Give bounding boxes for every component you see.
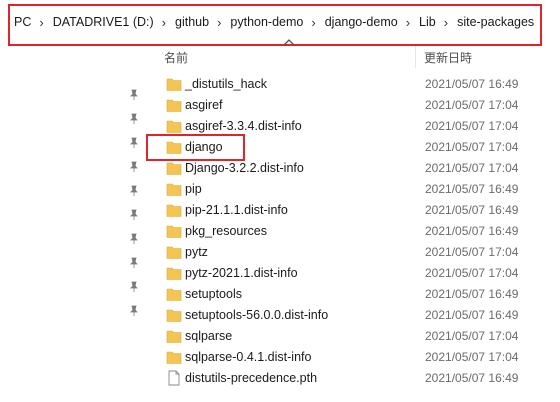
column-header-name[interactable]: 名前 (164, 49, 188, 66)
file-name: pip-21.1.1.dist-info (185, 203, 288, 217)
pin-icon[interactable] (128, 257, 140, 269)
folder-icon (166, 78, 182, 91)
list-item[interactable]: sqlparse 2021/05/07 17:04 (160, 326, 560, 347)
file-name: distutils-precedence.pth (185, 371, 318, 385)
file-date: 2021/05/07 16:49 (425, 287, 519, 301)
column-header: 名前 更新日時 (150, 46, 560, 68)
list-item[interactable]: _distutils_hack 2021/05/07 16:49 (160, 74, 560, 95)
pin-icon[interactable] (128, 89, 140, 101)
list-item[interactable]: pkg_resources 2021/05/07 16:49 (160, 221, 560, 242)
pin-icon[interactable] (128, 233, 140, 245)
list-item[interactable]: sqlparse-0.4.1.dist-info 2021/05/07 17:0… (160, 347, 560, 368)
folder-icon (166, 141, 182, 154)
list-item[interactable]: setuptools-56.0.0.dist-info 2021/05/07 1… (160, 305, 560, 326)
pin-icon[interactable] (128, 137, 140, 149)
breadcrumb-item-python-demo[interactable]: python-demo (228, 15, 305, 29)
folder-icon (166, 225, 182, 238)
folder-icon (166, 120, 182, 133)
list-item[interactable]: asgiref-3.3.4.dist-info 2021/05/07 17:04 (160, 116, 560, 137)
file-name: django (185, 140, 223, 154)
file-date: 2021/05/07 17:04 (425, 350, 519, 364)
pin-icon[interactable] (128, 281, 140, 293)
list-item[interactable]: Django-3.2.2.dist-info 2021/05/07 17:04 (160, 158, 560, 179)
file-name: pytz (185, 245, 208, 259)
folder-icon (166, 267, 182, 280)
list-item[interactable]: django 2021/05/07 17:04 (160, 137, 560, 158)
file-date: 2021/05/07 17:04 (425, 140, 519, 154)
chevron-right-icon[interactable]: › (211, 15, 228, 30)
file-date: 2021/05/07 17:04 (425, 266, 519, 280)
file-name: sqlparse-0.4.1.dist-info (185, 350, 312, 364)
chevron-right-icon[interactable]: › (156, 15, 173, 30)
file-name: Django-3.2.2.dist-info (185, 161, 304, 175)
list-item[interactable]: pytz-2021.1.dist-info 2021/05/07 17:04 (160, 263, 560, 284)
folder-icon (166, 309, 182, 322)
file-name: asgiref (185, 98, 223, 112)
pin-icon[interactable] (128, 305, 140, 317)
file-date: 2021/05/07 17:04 (425, 245, 519, 259)
file-date: 2021/05/07 16:49 (425, 308, 519, 322)
folder-icon (166, 162, 182, 175)
file-name: sqlparse (185, 329, 233, 343)
file-date: 2021/05/07 17:04 (425, 161, 519, 175)
pin-icon[interactable] (128, 185, 140, 197)
breadcrumb-item-site-packages[interactable]: site-packages (455, 15, 536, 29)
chevron-right-icon[interactable]: › (438, 15, 455, 30)
file-date: 2021/05/07 16:49 (425, 371, 519, 385)
address-bar[interactable]: PC › DATADRIVE1 (D:) › github › python-d… (0, 0, 560, 42)
folder-icon (166, 183, 182, 196)
file-date: 2021/05/07 16:49 (425, 77, 519, 91)
breadcrumb: PC › DATADRIVE1 (D:) › github › python-d… (12, 10, 536, 34)
list-item[interactable]: asgiref 2021/05/07 17:04 (160, 95, 560, 116)
breadcrumb-item-pc[interactable]: PC (12, 15, 33, 29)
folder-icon (166, 246, 182, 259)
chevron-right-icon[interactable]: › (305, 15, 322, 30)
breadcrumb-item-github[interactable]: github (173, 15, 211, 29)
file-name: asgiref-3.3.4.dist-info (185, 119, 302, 133)
file-name: _distutils_hack (185, 77, 267, 91)
chevron-up-icon[interactable] (283, 38, 295, 46)
breadcrumb-item-drive[interactable]: DATADRIVE1 (D:) (51, 15, 156, 29)
pin-icon[interactable] (128, 113, 140, 125)
column-divider[interactable] (415, 46, 416, 68)
file-icon (168, 370, 180, 386)
file-name: setuptools (185, 287, 242, 301)
column-header-date[interactable]: 更新日時 (424, 49, 472, 66)
folder-icon (166, 204, 182, 217)
list-item[interactable]: pytz 2021/05/07 17:04 (160, 242, 560, 263)
list-item[interactable]: pip 2021/05/07 16:49 (160, 179, 560, 200)
folder-icon (166, 288, 182, 301)
file-name: pip (185, 182, 202, 196)
folder-icon (166, 351, 182, 364)
file-name: setuptools-56.0.0.dist-info (185, 308, 329, 322)
file-name: pytz-2021.1.dist-info (185, 266, 298, 280)
file-date: 2021/05/07 16:49 (425, 224, 519, 238)
breadcrumb-item-django-demo[interactable]: django-demo (323, 15, 400, 29)
file-date: 2021/05/07 16:49 (425, 203, 519, 217)
folder-icon (166, 99, 182, 112)
file-date: 2021/05/07 17:04 (425, 329, 519, 343)
file-name: pkg_resources (185, 224, 267, 238)
chevron-right-icon[interactable]: › (33, 15, 50, 30)
folder-icon (166, 330, 182, 343)
list-item[interactable]: pip-21.1.1.dist-info 2021/05/07 16:49 (160, 200, 560, 221)
chevron-right-icon[interactable]: › (400, 15, 417, 30)
breadcrumb-item-lib[interactable]: Lib (417, 15, 438, 29)
list-item[interactable]: distutils-precedence.pth 2021/05/07 16:4… (160, 368, 560, 389)
pin-icon[interactable] (128, 161, 140, 173)
pin-icon[interactable] (128, 209, 140, 221)
list-item[interactable]: setuptools 2021/05/07 16:49 (160, 284, 560, 305)
file-date: 2021/05/07 17:04 (425, 98, 519, 112)
file-date: 2021/05/07 16:49 (425, 182, 519, 196)
file-date: 2021/05/07 17:04 (425, 119, 519, 133)
